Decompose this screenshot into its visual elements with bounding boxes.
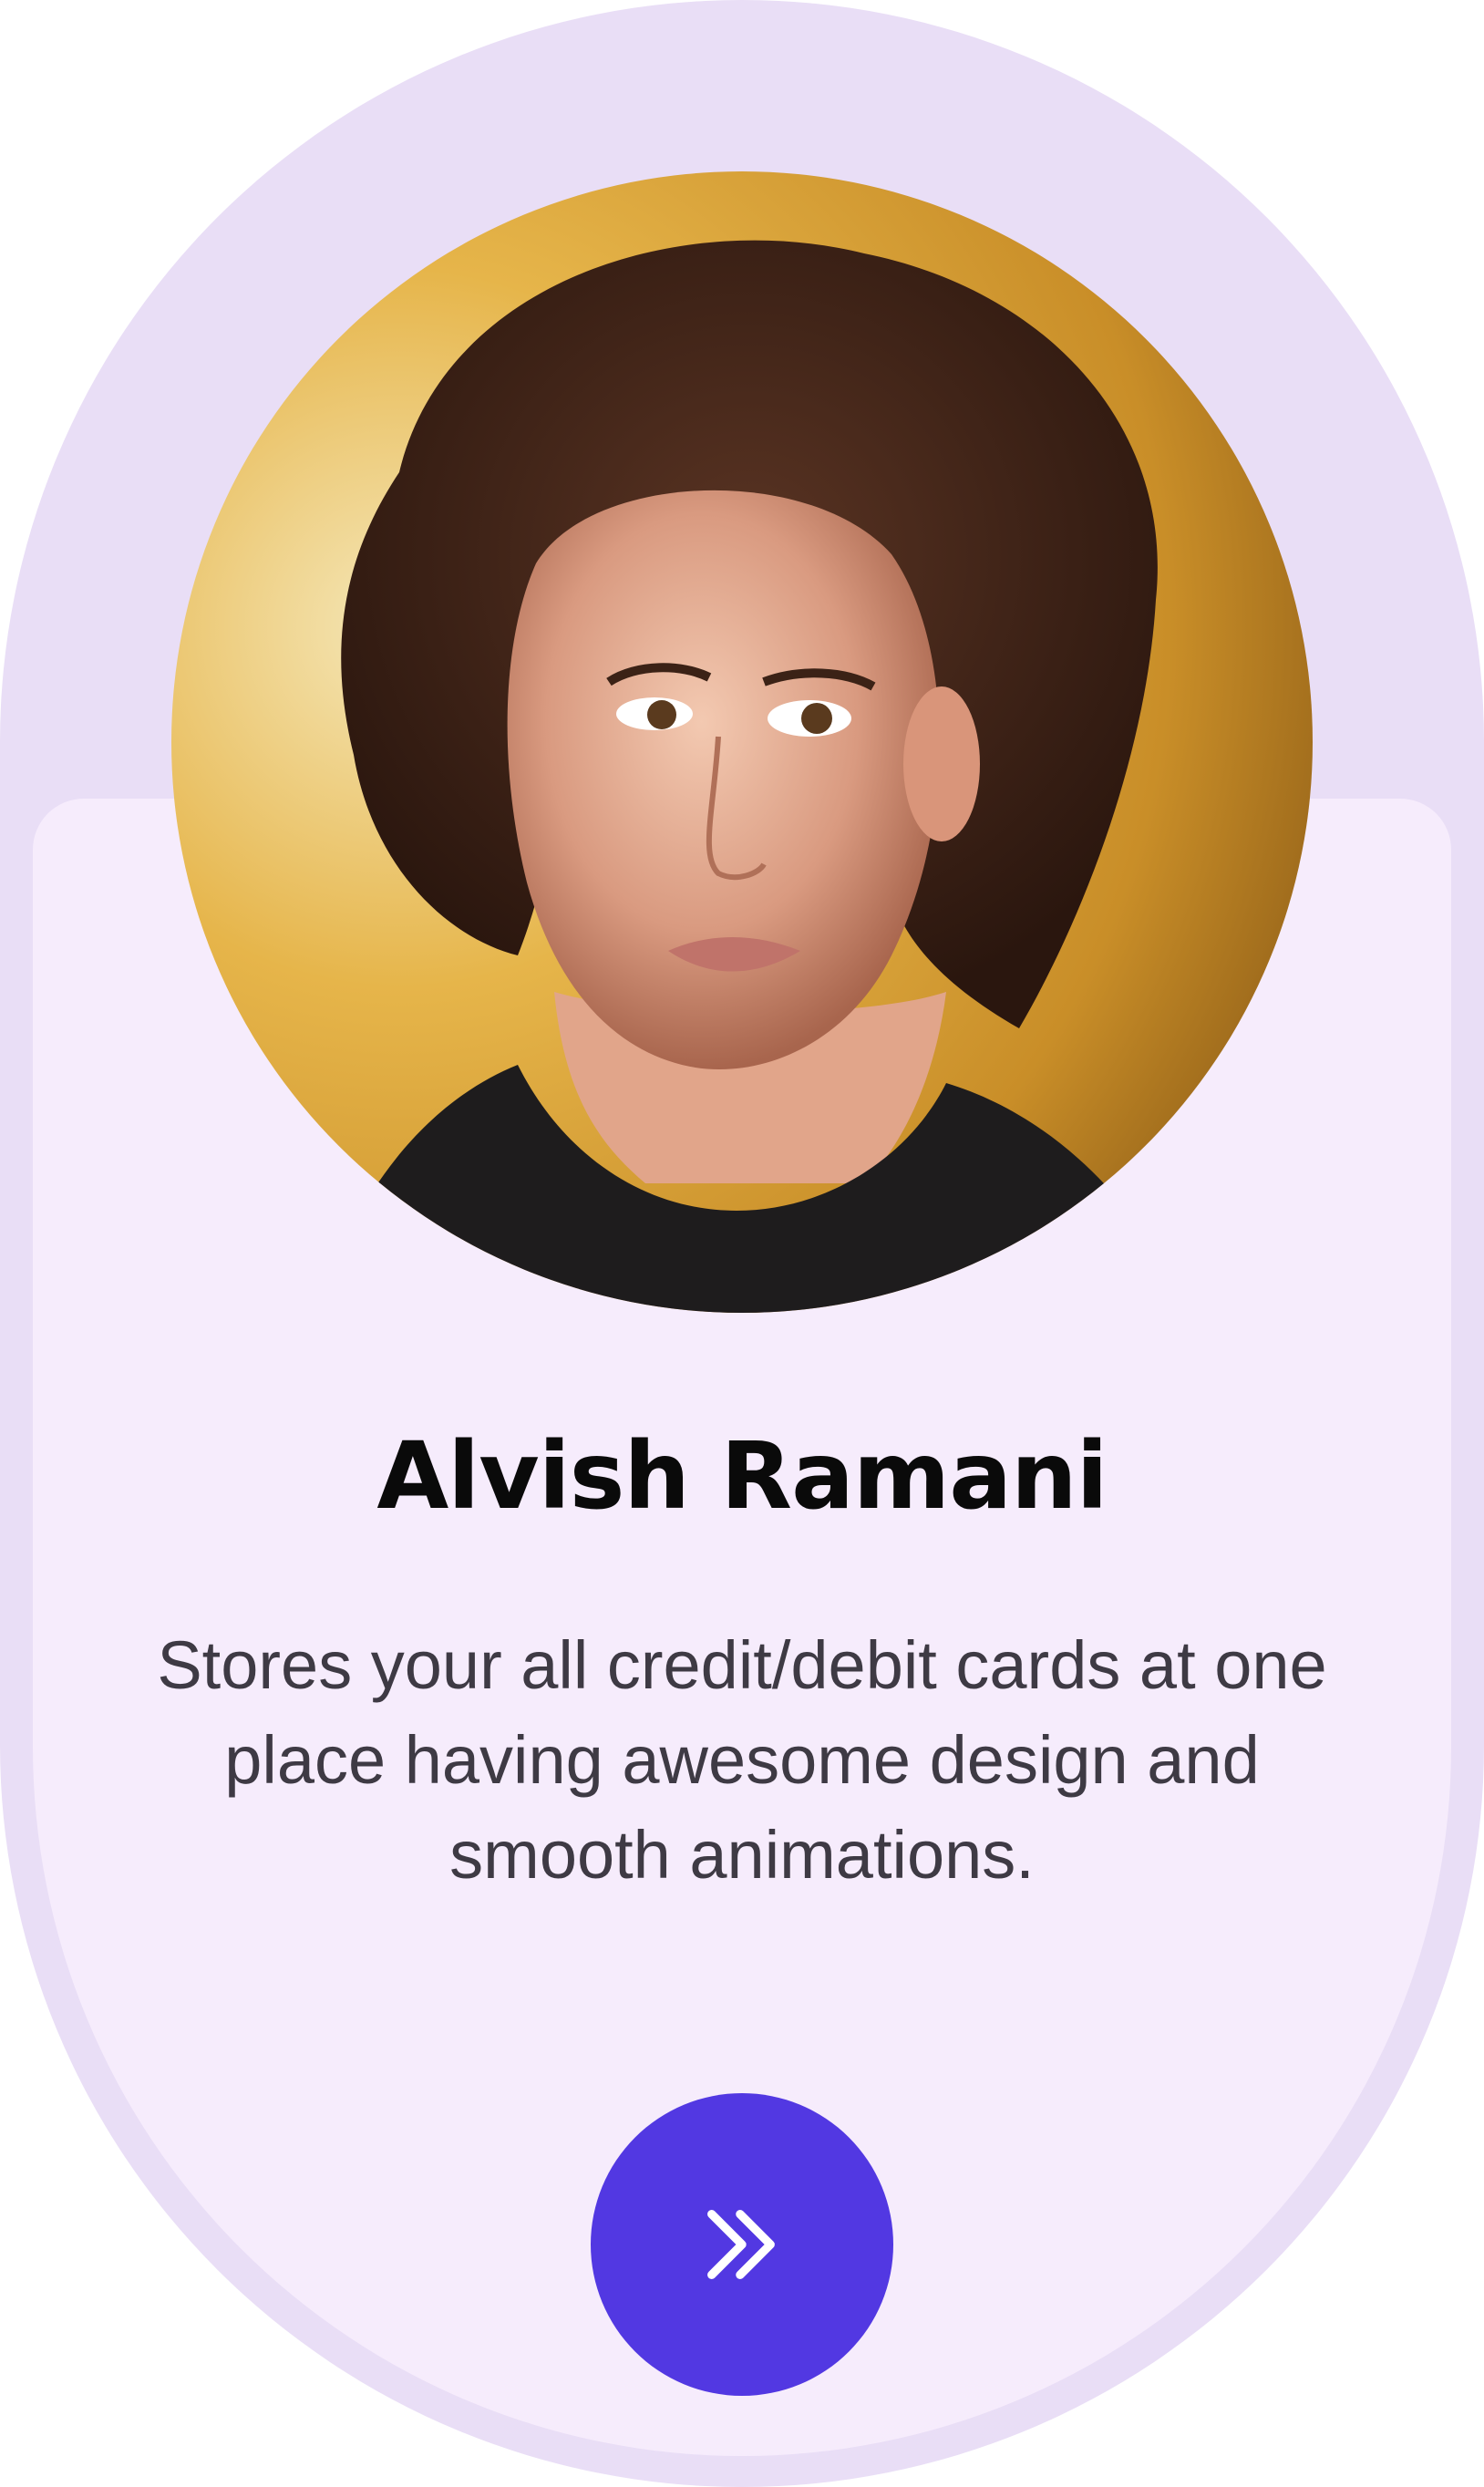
double-chevron-right-icon — [707, 2210, 775, 2279]
profile-description: Stores your all credit/debit cards at on… — [157, 1627, 1327, 1893]
onboarding-screen: Alvish Ramani Stores your all credit/deb… — [0, 0, 1484, 2487]
avatar — [171, 171, 1313, 1313]
next-button[interactable] — [591, 2093, 893, 2396]
profile-name: Alvish Ramani — [376, 1422, 1108, 1531]
avatar-photo — [171, 171, 1313, 1313]
